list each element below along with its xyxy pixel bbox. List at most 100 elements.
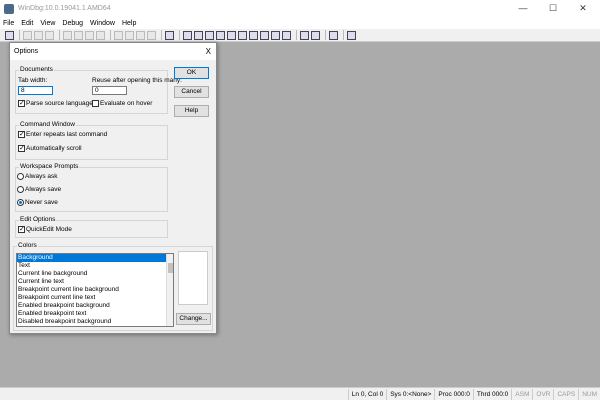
options-icon[interactable] xyxy=(347,30,356,40)
disassembly-icon[interactable] xyxy=(249,30,258,40)
radio-icon xyxy=(17,186,24,193)
command-window-icon[interactable] xyxy=(183,30,192,40)
check-icon: ✓ xyxy=(18,145,25,152)
command-window-label: Command Window xyxy=(19,121,76,128)
menu-window[interactable]: Window xyxy=(90,20,115,27)
list-item[interactable]: Enabled breakpoint text xyxy=(17,310,173,318)
list-item[interactable]: Enabled breakpoint background xyxy=(17,302,173,310)
status-sys: Sys 0:<None> xyxy=(386,388,434,400)
step-out-icon[interactable] xyxy=(136,30,145,40)
list-item[interactable]: Text xyxy=(17,262,173,270)
watch-window-icon[interactable] xyxy=(194,30,203,40)
help-button[interactable]: Help xyxy=(174,105,209,117)
stop-icon[interactable] xyxy=(85,30,94,40)
go-icon[interactable] xyxy=(63,30,72,40)
status-ovr: OVR xyxy=(532,388,553,400)
options-dialog: Options X Documents Tab width: 8 Reuse a… xyxy=(9,42,217,334)
run-to-cursor-icon[interactable] xyxy=(147,30,156,40)
check-icon: ✓ xyxy=(18,226,25,233)
hand-icon[interactable] xyxy=(165,30,174,40)
list-item[interactable]: Disabled breakpoint background xyxy=(17,318,173,326)
always-save-radio[interactable]: Always save xyxy=(17,186,61,193)
status-num: NUM xyxy=(578,388,600,400)
menu-edit[interactable]: Edit xyxy=(21,20,33,27)
windbg-icon xyxy=(4,3,14,14)
ok-button[interactable]: OK xyxy=(174,67,209,79)
color-preview xyxy=(178,251,208,305)
status-bar: Ln 0, Col 0 Sys 0:<None> Proc 000:0 Thrd… xyxy=(0,387,600,400)
memory-window-icon[interactable] xyxy=(227,30,236,40)
cancel-button[interactable]: Cancel xyxy=(174,86,209,98)
restart-icon[interactable] xyxy=(74,30,83,40)
dialog-title: Options xyxy=(14,48,39,55)
enter-repeats-checkbox[interactable]: ✓Enter repeats last command xyxy=(18,131,107,138)
quickedit-label: QuickEdit Mode xyxy=(26,226,72,234)
window-title: WinDbg:10.0.19041.1 AMD64 xyxy=(18,5,111,12)
always-save-label: Always save xyxy=(25,186,62,194)
check-icon: ✓ xyxy=(18,100,25,107)
evaluate-hover-checkbox[interactable]: Evaluate on hover xyxy=(92,100,152,107)
status-caps: CAPS xyxy=(553,388,578,400)
font-icon[interactable] xyxy=(329,30,338,40)
parse-source-label: Parse source languages xyxy=(26,100,97,108)
colors-label: Colors xyxy=(17,242,38,249)
check-icon: ✓ xyxy=(18,131,25,138)
menu-debug[interactable]: Debug xyxy=(62,20,83,27)
copy-icon[interactable] xyxy=(34,30,43,40)
locals-window-icon[interactable] xyxy=(205,30,214,40)
cut-icon[interactable] xyxy=(23,30,32,40)
change-color-button[interactable]: Change... xyxy=(176,313,211,325)
always-ask-label: Always ask xyxy=(25,173,58,181)
menu-help[interactable]: Help xyxy=(122,20,136,27)
status-thrd: Thrd 000:0 xyxy=(472,388,511,400)
paste-icon[interactable] xyxy=(45,30,54,40)
source-icon[interactable] xyxy=(300,30,309,40)
list-item[interactable]: Breakpoint current line text xyxy=(17,294,173,302)
never-save-radio[interactable]: Never save xyxy=(17,199,58,206)
reuse-label: Reuse after opening this many: xyxy=(92,77,182,84)
radio-selected-icon xyxy=(17,199,24,206)
radio-icon xyxy=(17,173,24,180)
list-item[interactable]: Current line background xyxy=(17,270,173,278)
auto-scroll-checkbox[interactable]: ✓Automatically scroll xyxy=(18,145,82,152)
reuse-input[interactable]: 0 xyxy=(92,86,127,95)
close-button[interactable]: ✕ xyxy=(568,0,598,17)
parse-source-checkbox[interactable]: ✓Parse source languages xyxy=(18,100,96,107)
quickedit-checkbox[interactable]: ✓QuickEdit Mode xyxy=(18,226,72,233)
auto-scroll-label: Automatically scroll xyxy=(26,145,82,153)
list-item[interactable]: Current line text xyxy=(17,278,173,286)
list-item[interactable]: Background xyxy=(17,254,173,262)
evaluate-hover-label: Evaluate on hover xyxy=(100,100,153,108)
processes-threads-icon[interactable] xyxy=(271,30,280,40)
registers-window-icon[interactable] xyxy=(216,30,225,40)
colors-list[interactable]: Background Text Current line background … xyxy=(16,253,174,327)
list-scrollbar[interactable] xyxy=(166,254,173,326)
source-mode-icon[interactable] xyxy=(282,30,291,40)
scratch-pad-icon[interactable] xyxy=(260,30,269,40)
workspace-prompts-label: Workspace Prompts xyxy=(19,163,80,170)
step-into-icon[interactable] xyxy=(114,30,123,40)
list-item[interactable]: Breakpoint current line background xyxy=(17,286,173,294)
dialog-title-bar: Options X xyxy=(10,43,216,60)
scrollbar-thumb[interactable] xyxy=(168,263,173,273)
status-position: Ln 0, Col 0 xyxy=(347,388,386,400)
toolbar xyxy=(0,29,600,42)
unchecked-box xyxy=(92,100,99,107)
minimize-button[interactable]: — xyxy=(508,0,538,17)
menu-view[interactable]: View xyxy=(40,20,55,27)
status-asm: ASM xyxy=(511,388,532,400)
break-icon[interactable] xyxy=(96,30,105,40)
tab-width-label: Tab width: xyxy=(18,77,48,84)
always-ask-radio[interactable]: Always ask xyxy=(17,173,58,180)
call-stack-icon[interactable] xyxy=(238,30,247,40)
enter-repeats-label: Enter repeats last command xyxy=(26,131,108,139)
menu-file[interactable]: File xyxy=(3,20,14,27)
menu-bar: File Edit View Debug Window Help xyxy=(0,17,600,29)
never-save-label: Never save xyxy=(25,199,58,207)
tab-width-input[interactable]: 8 xyxy=(18,86,53,95)
open-icon[interactable] xyxy=(5,30,14,40)
maximize-button[interactable]: ☐ xyxy=(538,0,568,17)
step-over-icon[interactable] xyxy=(125,30,134,40)
dialog-close-button[interactable]: X xyxy=(206,47,211,56)
hex-icon[interactable] xyxy=(311,30,320,40)
